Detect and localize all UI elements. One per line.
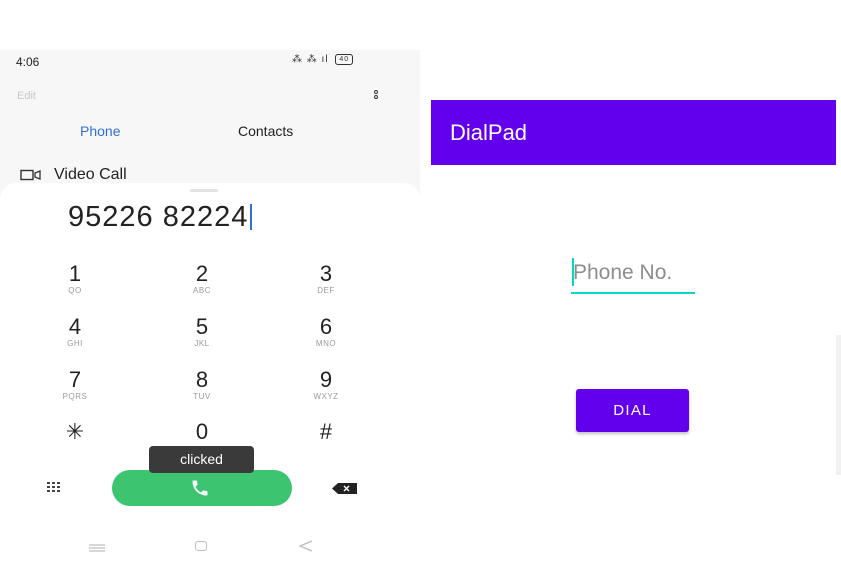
key-8[interactable]: 8 TUV — [172, 368, 232, 402]
key-4[interactable]: 4 GHI — [45, 315, 105, 349]
status-icons: ⁂ ⁂ ıl 40 — [292, 54, 354, 66]
key-letters: ABC — [193, 286, 211, 295]
toast-message: clicked — [149, 446, 254, 473]
dial-button[interactable]: DIAL — [576, 389, 689, 432]
key-digit: 1 — [68, 261, 82, 286]
key-letters: WXYZ — [313, 392, 339, 401]
phone-number-input[interactable] — [571, 254, 695, 294]
key-6[interactable]: 6 MNO — [296, 315, 356, 349]
key-digit: 0 — [195, 419, 209, 444]
key-star[interactable]: ✳ — [45, 420, 105, 444]
key-2[interactable]: 2 ABC — [172, 262, 232, 296]
call-button[interactable] — [112, 470, 292, 506]
phone-handset-icon — [192, 480, 208, 496]
key-0[interactable]: 0 — [172, 420, 232, 444]
signal-wifi-icons: ⁂ ⁂ ıl — [292, 54, 329, 66]
dialpad-app-screen: DialPad DIAL — [431, 100, 836, 530]
dialed-number-display[interactable]: 95226 82224 — [68, 201, 253, 234]
input-cursor — [572, 258, 574, 286]
key-5[interactable]: 5 JKL — [172, 315, 232, 349]
key-digit: 5 — [195, 314, 209, 339]
sheet-handle[interactable] — [190, 189, 218, 192]
edge-shade — [836, 335, 841, 475]
back-icon[interactable] — [299, 540, 313, 552]
home-icon[interactable] — [195, 541, 207, 551]
text-cursor — [250, 204, 253, 230]
key-digit: ✳ — [65, 419, 85, 444]
more-options-icon[interactable] — [372, 90, 380, 104]
key-digit: 9 — [319, 367, 333, 392]
key-hash[interactable]: # — [296, 420, 356, 444]
key-digit: 8 — [195, 367, 209, 392]
key-digit: # — [319, 419, 333, 444]
key-digit: 3 — [319, 261, 333, 286]
key-letters: JKL — [194, 339, 210, 348]
screenshot-canvas: 4:06 ⁂ ⁂ ıl 40 Edit Phone Contacts Video… — [0, 0, 841, 573]
system-nav-bar — [0, 530, 420, 560]
status-time: 4:06 — [16, 55, 40, 69]
battery-icon: 40 — [335, 54, 354, 65]
key-3[interactable]: 3 DEF — [296, 262, 356, 296]
edit-link[interactable]: Edit — [17, 90, 36, 102]
key-digit: 7 — [68, 367, 82, 392]
key-digit: 6 — [319, 314, 333, 339]
tab-phone[interactable]: Phone — [80, 123, 120, 139]
app-title: DialPad — [450, 120, 528, 145]
key-digit: 2 — [195, 261, 209, 286]
key-letters: QO — [68, 286, 82, 295]
key-letters: PQRS — [62, 392, 88, 401]
key-7[interactable]: 7 PQRS — [45, 368, 105, 402]
key-letters: TUV — [193, 392, 211, 401]
key-9[interactable]: 9 WXYZ — [296, 368, 356, 402]
dialpad-toggle-icon[interactable] — [47, 482, 63, 494]
app-bar: DialPad — [431, 100, 836, 165]
backspace-icon[interactable] — [332, 483, 358, 494]
key-1[interactable]: 1 QO — [45, 262, 105, 296]
native-dialer-screen: 4:06 ⁂ ⁂ ıl 40 Edit Phone Contacts Video… — [0, 50, 420, 573]
tab-contacts[interactable]: Contacts — [238, 123, 293, 139]
key-letters: GHI — [67, 339, 83, 348]
dialed-number: 95226 82224 — [68, 201, 249, 233]
key-letters: DEF — [317, 286, 335, 295]
video-call-row[interactable]: Video Call — [20, 166, 127, 184]
video-camera-icon — [20, 169, 41, 180]
video-call-label: Video Call — [54, 166, 127, 183]
key-digit: 4 — [68, 314, 82, 339]
key-letters: MNO — [315, 339, 337, 348]
recent-apps-icon[interactable] — [89, 544, 105, 552]
